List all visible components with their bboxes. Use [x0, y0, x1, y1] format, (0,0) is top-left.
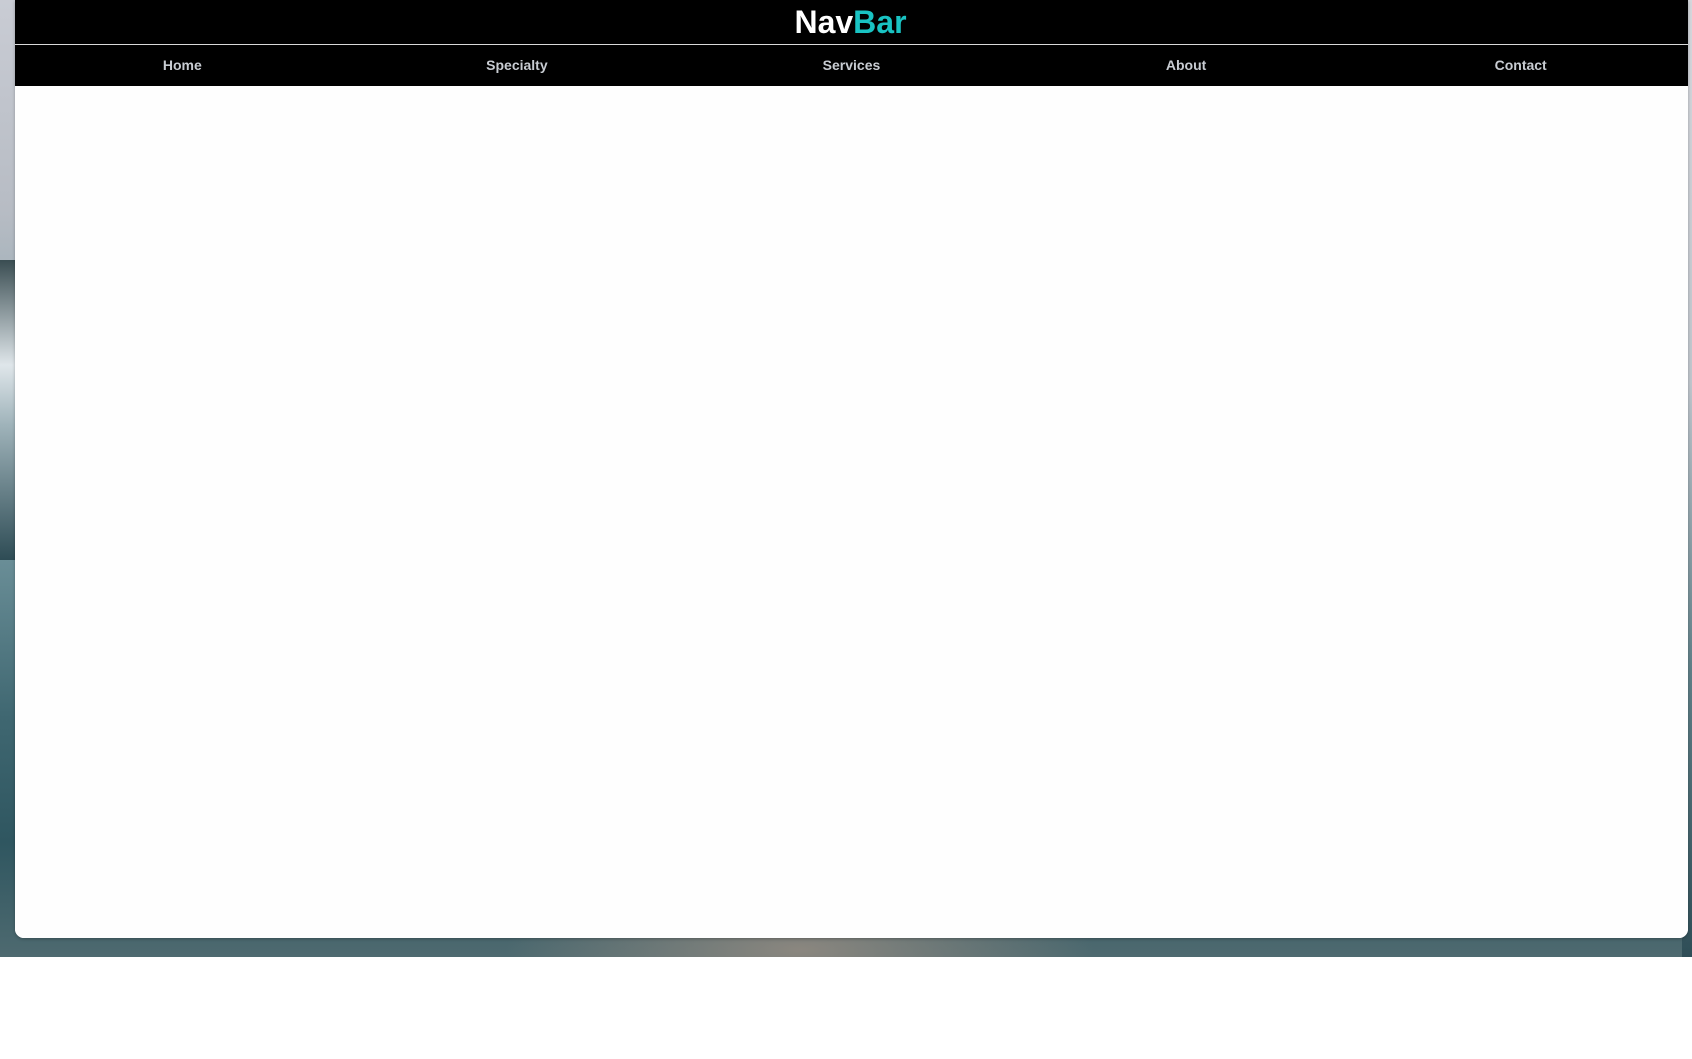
brand-logo-part-nav: Nav: [794, 4, 854, 40]
page-content-area: [15, 86, 1688, 938]
brand-logo-part-bar: Bar: [853, 4, 907, 40]
brand-header: NavBar: [15, 0, 1688, 45]
brand-logo[interactable]: NavBar: [794, 0, 906, 44]
background-scenery-left: [0, 260, 16, 560]
nav-item-about[interactable]: About: [1019, 45, 1354, 86]
nav-item-home[interactable]: Home: [15, 45, 350, 86]
browser-page: NavBar Home Specialty Services About Con…: [15, 0, 1688, 938]
main-navigation: Home Specialty Services About Contact: [15, 45, 1688, 86]
nav-item-specialty[interactable]: Specialty: [350, 45, 685, 86]
nav-item-contact[interactable]: Contact: [1353, 45, 1688, 86]
nav-item-services[interactable]: Services: [684, 45, 1019, 86]
